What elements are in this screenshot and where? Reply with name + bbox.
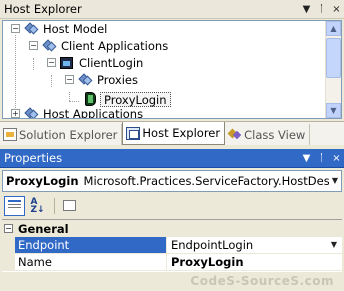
expand-icon[interactable]: + — [11, 109, 20, 118]
categorized-button[interactable] — [4, 195, 25, 216]
alphabetical-button[interactable]: A Z↓ — [27, 196, 48, 216]
scroll-thumb[interactable] — [326, 38, 341, 78]
diamond-icon — [77, 73, 93, 87]
chevron-down-icon[interactable]: ▼ — [329, 171, 341, 191]
scroll-down-icon[interactable]: ▼ — [326, 103, 341, 118]
tab-label: Host Explorer — [142, 126, 221, 140]
solution-explorer-icon — [3, 128, 17, 141]
tree-node-host-model[interactable]: Host Model — [23, 21, 110, 37]
visual-studio-panels: Host Explorer ▼ ᛙ × − Host Model − Clien… — [0, 0, 344, 291]
class-view-icon — [228, 128, 242, 141]
tree-node-client-applications[interactable]: Client Applications — [41, 38, 171, 54]
watermark: CodeS-SourceS.com — [190, 274, 334, 288]
properties-titlebar: Properties ▼ ᛙ × — [0, 149, 344, 168]
tab-label: Solution Explorer — [19, 127, 118, 142]
object-selector-dropdown[interactable]: ProxyLogin Microsoft.Practices.ServiceFa… — [2, 170, 342, 192]
tab-host-explorer[interactable]: Host Explorer — [122, 122, 226, 145]
tool-window-tabs: Solution Explorer Host Explorer Class Vi… — [0, 121, 344, 145]
property-row-endpoint[interactable]: Endpoint EndpointLogin ▼ — [2, 237, 342, 254]
alphabetical-icon: A Z↓ — [30, 196, 45, 215]
diamond-icon — [41, 39, 57, 53]
host-explorer-icon — [126, 126, 141, 140]
auto-hide-pin-icon[interactable]: ᛙ — [314, 4, 329, 15]
diamond-icon — [23, 107, 39, 118]
application-icon — [59, 56, 75, 70]
collapse-icon[interactable]: − — [29, 41, 38, 50]
properties-toolbar: A Z↓ — [0, 193, 344, 218]
close-icon[interactable]: × — [329, 4, 344, 15]
property-name[interactable]: Endpoint — [15, 237, 167, 254]
proxy-icon — [83, 92, 99, 106]
tree-node-host-applications[interactable]: Host Applications — [23, 106, 146, 119]
tree-node-label: ClientLogin — [79, 55, 144, 70]
host-model-icon — [23, 22, 39, 36]
tab-solution-explorer[interactable]: Solution Explorer — [0, 124, 123, 145]
tab-class-view[interactable]: Class View — [225, 124, 311, 145]
property-pages-button[interactable] — [59, 196, 80, 216]
property-name[interactable]: Name — [15, 254, 167, 271]
properties-title: Properties — [4, 151, 63, 165]
property-value-text: EndpointLogin — [171, 238, 254, 252]
tree: − Host Model − Client Applications − Cli… — [3, 21, 327, 118]
tree-node-label-selected: ProxyLogin — [100, 91, 171, 107]
tree-node-label: Client Applications — [61, 38, 169, 53]
tree-connector — [33, 58, 34, 70]
collapse-icon[interactable]: − — [65, 75, 74, 84]
category-header-general[interactable]: − General — [2, 220, 342, 237]
property-row-name[interactable]: Name ProxyLogin — [2, 254, 342, 271]
tree-connector — [69, 92, 70, 101]
window-position-icon[interactable]: ▼ — [299, 153, 314, 164]
tree-connector — [51, 75, 52, 87]
auto-hide-pin-icon[interactable]: ᛙ — [314, 153, 329, 164]
chevron-down-icon[interactable]: ▼ — [327, 238, 341, 252]
property-value[interactable]: EndpointLogin ▼ — [167, 237, 342, 254]
tab-label: Class View — [244, 127, 306, 142]
row-gutter — [2, 254, 15, 271]
tree-connector — [69, 101, 79, 102]
property-grid: − General Endpoint EndpointLogin ▼ Name … — [2, 219, 342, 272]
toolbar-separator — [54, 197, 55, 214]
tree-connector — [15, 35, 16, 112]
collapse-icon[interactable]: − — [4, 224, 13, 233]
collapse-icon[interactable]: − — [11, 24, 20, 33]
vertical-scrollbar[interactable]: ▲ ▼ — [325, 21, 341, 118]
tree-node-label: Host Model — [43, 21, 108, 36]
tree-node-proxylogin[interactable]: ProxyLogin — [83, 91, 171, 107]
host-explorer-title: Host Explorer — [4, 2, 82, 16]
category-label: General — [18, 221, 69, 236]
object-type: Microsoft.Practices.ServiceFactory.HostD… — [83, 174, 329, 188]
collapse-icon[interactable]: − — [47, 58, 56, 67]
object-name: ProxyLogin — [6, 174, 79, 188]
host-explorer-titlebar: Host Explorer ▼ ᛙ × — [0, 0, 344, 19]
tree-node-label: Proxies — [97, 72, 138, 87]
property-pages-icon — [63, 200, 76, 211]
row-gutter — [2, 237, 15, 254]
property-value[interactable]: ProxyLogin — [167, 254, 342, 271]
tree-node-clientlogin[interactable]: ClientLogin — [59, 55, 146, 71]
window-position-icon[interactable]: ▼ — [299, 4, 314, 15]
host-explorer-tree-view[interactable]: − Host Model − Client Applications − Cli… — [2, 20, 342, 119]
tree-node-proxies[interactable]: Proxies — [77, 72, 141, 88]
scroll-up-icon[interactable]: ▲ — [326, 21, 341, 36]
bottom-area: CodeS-SourceS.com — [0, 272, 344, 291]
categorized-icon — [8, 200, 21, 211]
close-icon[interactable]: × — [329, 153, 344, 164]
tree-node-label: Host Applications — [43, 106, 144, 119]
